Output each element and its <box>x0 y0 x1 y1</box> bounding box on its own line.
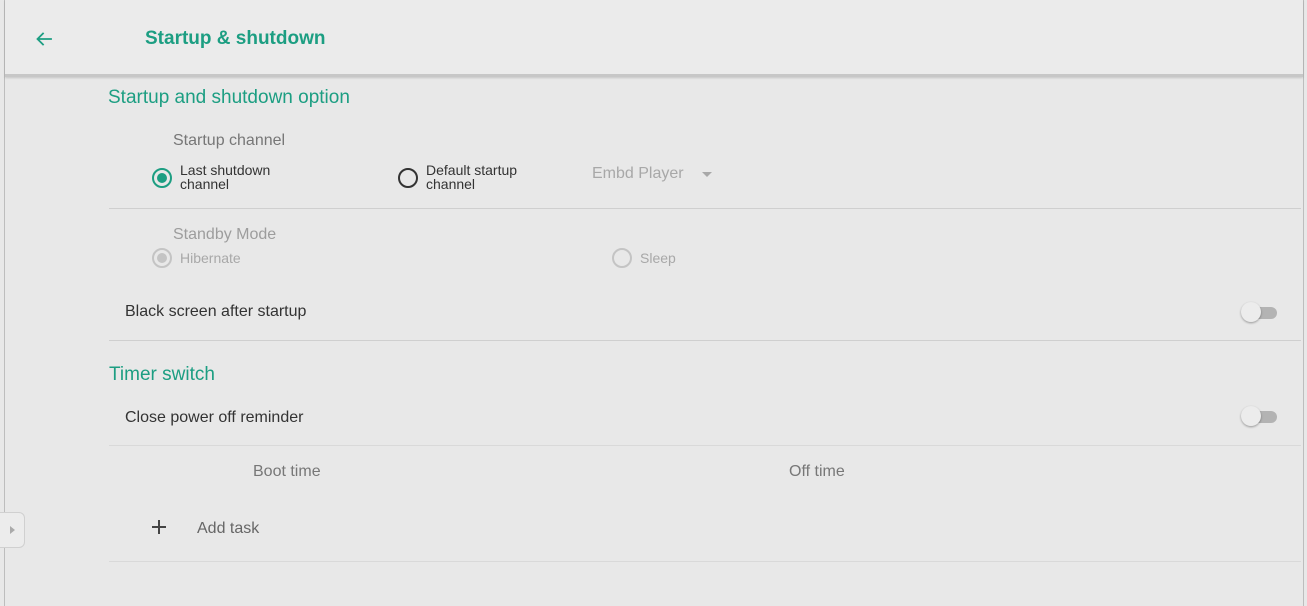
power-off-reminder-label: Close power off reminder <box>125 409 304 426</box>
back-button[interactable] <box>31 26 57 52</box>
page-title: Startup & shutdown <box>145 28 326 49</box>
side-panel-handle[interactable] <box>0 512 25 548</box>
divider <box>109 445 1301 446</box>
toggle-thumb <box>1241 302 1261 322</box>
section-title-timer: Timer switch <box>109 364 215 385</box>
plus-icon[interactable] <box>150 518 168 536</box>
default-source-dropdown[interactable]: Embd Player <box>592 163 712 185</box>
top-bar: Startup & shutdown <box>5 0 1303 77</box>
startup-channel-label: Startup channel <box>173 132 286 149</box>
column-header-boot-time: Boot time <box>253 463 321 480</box>
radio-label-sleep: Sleep <box>640 250 676 266</box>
toggle-thumb <box>1241 406 1261 426</box>
radio-label-hibernate: Hibernate <box>180 250 241 266</box>
divider <box>109 561 1301 562</box>
add-task-button[interactable]: Add task <box>197 520 259 538</box>
standby-mode-label: Standby Mode <box>173 226 277 243</box>
section-title-startup: Startup and shutdown option <box>108 87 350 108</box>
radio-label-default-startup-channel: Default startup channel <box>426 162 518 192</box>
radio-label-last-shutdown-channel: Last shutdown channel <box>180 162 271 192</box>
radio-last-shutdown-channel[interactable] <box>152 168 172 188</box>
radio-hibernate[interactable] <box>152 248 172 268</box>
divider <box>109 208 1301 209</box>
radio-default-startup-channel[interactable] <box>398 168 418 188</box>
chevron-right-icon <box>9 526 15 534</box>
black-screen-label: Black screen after startup <box>125 303 307 320</box>
settings-window: Startup & shutdown Startup and shutdown … <box>4 0 1304 606</box>
default-source-value: Embd Player <box>592 165 684 182</box>
black-screen-toggle[interactable] <box>1241 302 1277 322</box>
arrow-left-icon <box>36 32 52 46</box>
divider <box>109 340 1301 341</box>
radio-sleep[interactable] <box>612 248 632 268</box>
power-off-reminder-toggle[interactable] <box>1241 406 1277 426</box>
column-header-off-time: Off time <box>789 463 845 480</box>
caret-down-icon <box>701 171 712 177</box>
